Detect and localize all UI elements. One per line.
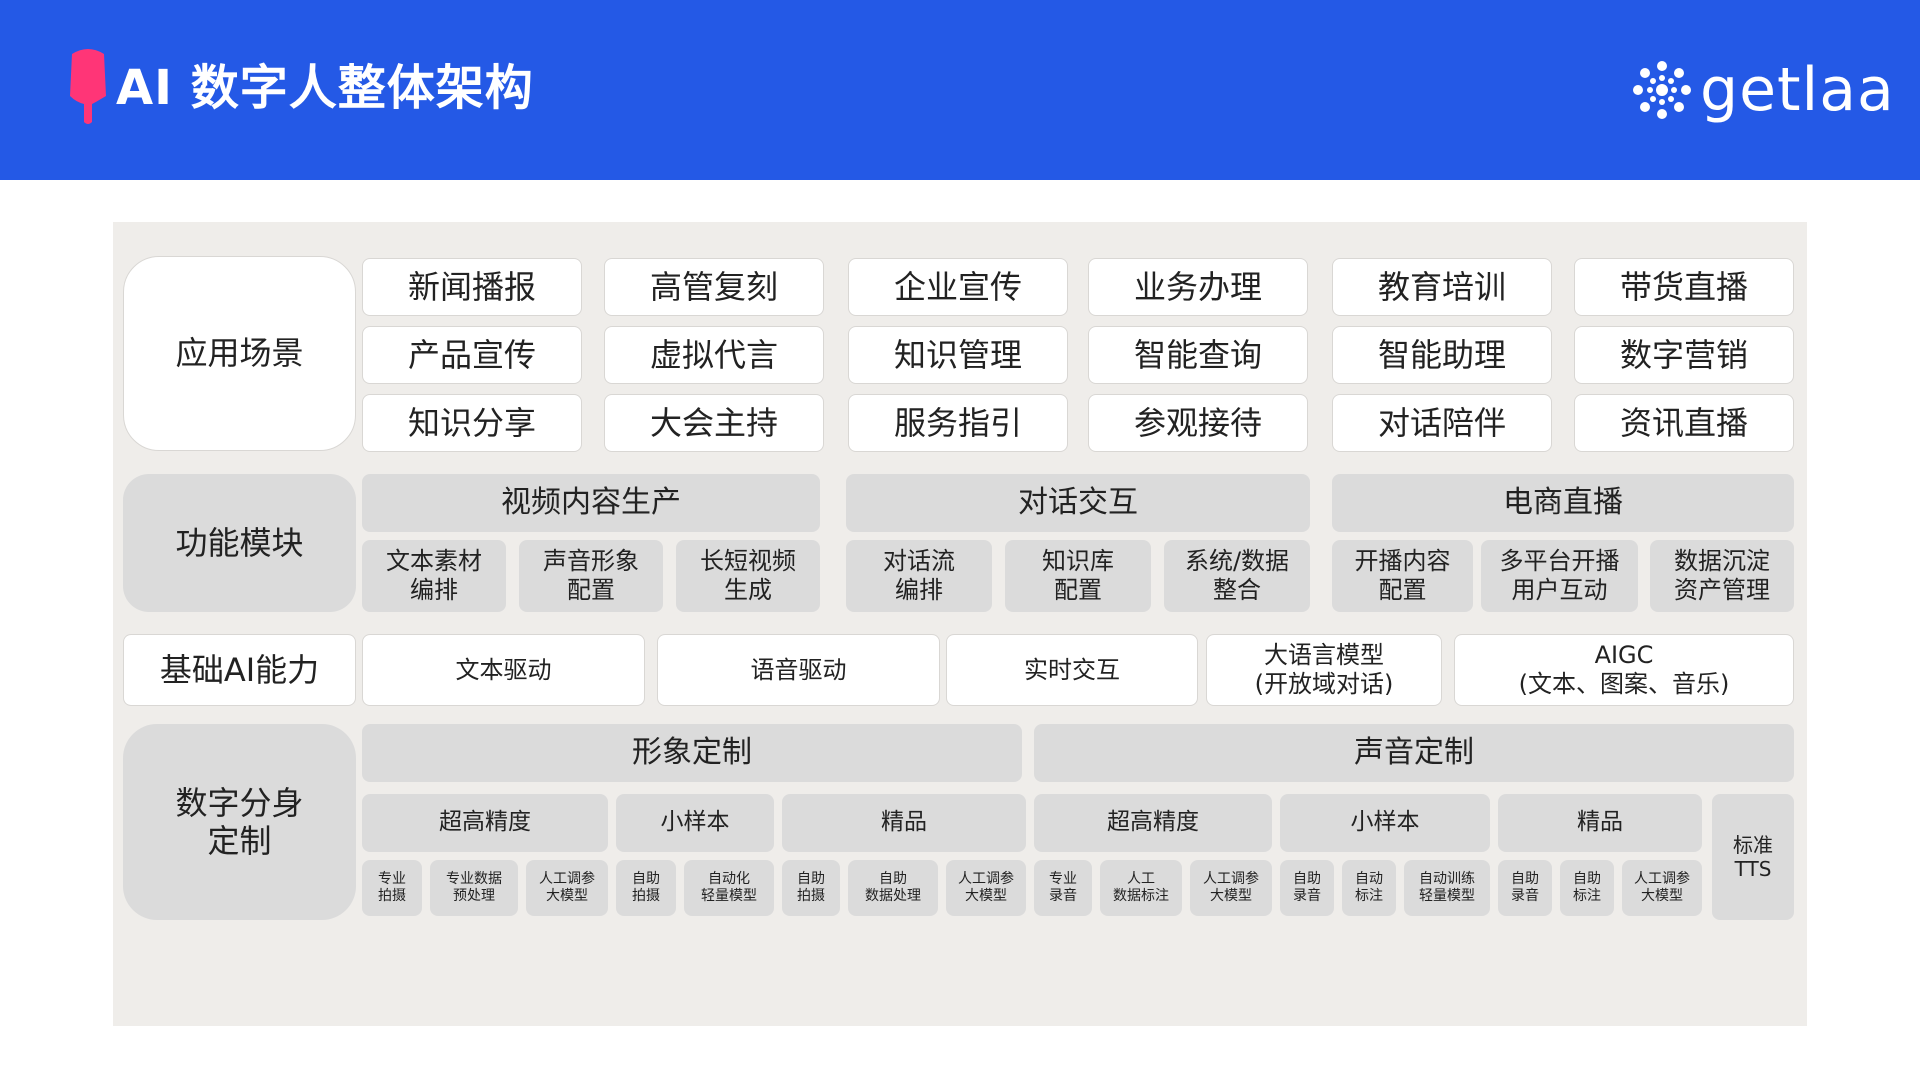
step-item: 自助 数据处理: [848, 860, 938, 916]
scene-item: 智能查询: [1088, 326, 1308, 384]
scene-item: 知识分享: [362, 394, 582, 452]
scene-item: 带货直播: [1574, 258, 1794, 316]
tier-label: 小样本: [616, 794, 774, 852]
scene-item: 数字营销: [1574, 326, 1794, 384]
module-item: 多平台开播 用户互动: [1481, 540, 1638, 612]
scene-item: 教育培训: [1332, 258, 1552, 316]
ai-capability: 实时交互: [946, 634, 1198, 706]
tier-label: 小样本: [1280, 794, 1490, 852]
step-item: 专业 录音: [1034, 860, 1092, 916]
image-custom-title: 形象定制: [362, 724, 1022, 782]
step-item: 人工调参 大模型: [946, 860, 1026, 916]
tier-label: 精品: [782, 794, 1026, 852]
scene-item: 知识管理: [848, 326, 1068, 384]
ai-capability: 大语言模型 (开放域对话): [1206, 634, 1442, 706]
scene-item: 大会主持: [604, 394, 824, 452]
scene-item: 参观接待: [1088, 394, 1308, 452]
step-item: 自动训练 轻量模型: [1404, 860, 1490, 916]
scene-item: 高管复刻: [604, 258, 824, 316]
tier-label: 精品: [1498, 794, 1702, 852]
step-item: 自助 拍摄: [782, 860, 840, 916]
step-item: 自助 拍摄: [616, 860, 676, 916]
scene-item: 企业宣传: [848, 258, 1068, 316]
module-item: 对话流 编排: [846, 540, 992, 612]
scene-item: 业务办理: [1088, 258, 1308, 316]
step-item: 专业数据 预处理: [430, 860, 518, 916]
module-item: 知识库 配置: [1005, 540, 1151, 612]
scene-item: 新闻播报: [362, 258, 582, 316]
step-item: 专业 拍摄: [362, 860, 422, 916]
step-item: 人工 数据标注: [1100, 860, 1182, 916]
brand-logo: getlaa: [1630, 50, 1895, 130]
step-item: 自助 录音: [1498, 860, 1552, 916]
row-label-ai: 基础AI能力: [123, 634, 356, 706]
module-group-title: 电商直播: [1332, 474, 1794, 532]
module-item: 系统/数据 整合: [1164, 540, 1310, 612]
step-item: 自助 录音: [1280, 860, 1334, 916]
module-group-title: 视频内容生产: [362, 474, 820, 532]
scene-item: 虚拟代言: [604, 326, 824, 384]
module-item: 长短视频 生成: [676, 540, 820, 612]
page-title: AI 数字人整体架构: [116, 60, 534, 116]
step-item: 自动化 轻量模型: [684, 860, 774, 916]
module-item: 开播内容 配置: [1332, 540, 1473, 612]
step-item: 自动 标注: [1342, 860, 1396, 916]
header-bar: AI 数字人整体架构 getlaa: [0, 0, 1920, 180]
module-item: 声音形象 配置: [519, 540, 663, 612]
scene-item: 产品宣传: [362, 326, 582, 384]
module-item: 文本素材 编排: [362, 540, 506, 612]
tier-label: 超高精度: [1034, 794, 1272, 852]
scene-item: 对话陪伴: [1332, 394, 1552, 452]
scene-item: 资讯直播: [1574, 394, 1794, 452]
step-item: 人工调参 大模型: [1190, 860, 1272, 916]
module-item: 数据沉淀 资产管理: [1650, 540, 1794, 612]
step-item: 自助 标注: [1560, 860, 1614, 916]
row-label-scenes: 应用场景: [123, 256, 356, 451]
scene-item: 智能助理: [1332, 326, 1552, 384]
standard-tts: 标准 TTS: [1712, 794, 1794, 920]
tier-label: 超高精度: [362, 794, 608, 852]
ai-capability: AIGC (文本、图案、音乐): [1454, 634, 1794, 706]
step-item: 人工调参 大模型: [526, 860, 608, 916]
row-label-custom: 数字分身 定制: [123, 724, 356, 920]
brand-name: getlaa: [1700, 55, 1895, 125]
row-label-modules: 功能模块: [123, 474, 356, 612]
ai-capability: 文本驱动: [362, 634, 645, 706]
snowflake-icon: [1633, 61, 1691, 119]
step-item: 人工调参 大模型: [1622, 860, 1702, 916]
scene-item: 服务指引: [848, 394, 1068, 452]
popsicle-logo-icon: [70, 49, 106, 124]
ai-capability: 语音驱动: [657, 634, 940, 706]
module-group-title: 对话交互: [846, 474, 1310, 532]
voice-custom-title: 声音定制: [1034, 724, 1794, 782]
